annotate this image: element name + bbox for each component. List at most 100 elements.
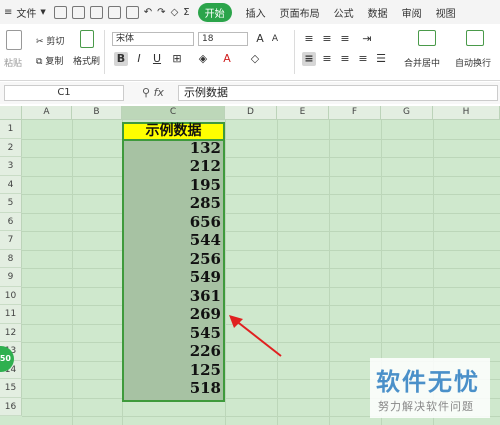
print-icon[interactable] [107,5,121,19]
data-cell[interactable]: 269 [122,305,225,324]
fill-color-icon[interactable]: ◈ [196,52,210,66]
align-center-icon[interactable]: ≡ [320,52,334,66]
redo-icon[interactable]: ↷ [157,7,165,18]
column-header-f[interactable]: F [329,106,381,120]
data-cell[interactable]: 195 [122,176,225,195]
border-icon[interactable]: ⊞ [170,52,184,66]
preview-icon[interactable] [125,5,139,19]
cut-button[interactable]: ✂ 剪切 [36,34,64,47]
row-header[interactable]: 8 [0,249,22,268]
data-cell[interactable]: 285 [122,194,225,213]
row-gridline [22,286,500,288]
row-header[interactable]: 12 [0,323,22,342]
column-header-d[interactable]: D [225,106,277,120]
column-header-g[interactable]: G [381,106,433,120]
row-gridline [22,194,500,195]
data-cell[interactable]: 656 [122,213,225,232]
decrease-font-icon[interactable]: A [268,32,282,46]
column-header-b[interactable]: B [72,106,122,120]
data-cell[interactable]: 256 [122,250,225,269]
data-cell[interactable]: 544 [122,231,225,250]
distribute-icon[interactable]: ☰ [374,52,388,66]
align-middle-icon[interactable]: ≡ [320,32,334,46]
row-header[interactable]: 4 [0,175,22,194]
tab-formulas[interactable]: 公式 [334,5,354,20]
row-header[interactable]: 15 [0,379,22,398]
data-cell[interactable]: 212 [122,157,225,176]
open-icon[interactable] [53,5,67,19]
row-header[interactable]: 3 [0,157,22,176]
tab-review[interactable]: 审阅 [402,5,422,20]
row-header[interactable]: 2 [0,138,22,157]
row-header[interactable]: 9 [0,268,22,287]
font-size-select[interactable]: 18 [198,32,248,46]
data-cell[interactable]: 226 [122,342,225,361]
column-header-a[interactable]: A [22,106,72,120]
undo-icon[interactable]: ↶ [144,7,152,18]
chevron-down-icon: ▼ [40,8,46,16]
arrow-head [229,315,243,328]
align-left-icon[interactable]: ≡ [302,52,316,66]
row-gridline [22,249,500,251]
tab-view[interactable]: 视图 [436,5,456,20]
row-header[interactable]: 16 [0,397,22,416]
row-header[interactable]: 10 [0,286,22,305]
paste-label[interactable]: 粘贴 [4,56,22,69]
fx-icon[interactable]: fx [154,86,164,99]
data-cell[interactable]: 132 [122,139,225,158]
row-header[interactable]: 11 [0,305,22,324]
column-header-e[interactable]: E [277,106,329,120]
export-icon[interactable] [89,5,103,19]
align-right-icon[interactable]: ≡ [338,52,352,66]
save-icon[interactable] [71,5,85,19]
align-top-icon[interactable]: ≡ [302,32,316,46]
paste-icon[interactable] [6,30,22,50]
file-menu[interactable]: ≡ 文件 ▼ [4,5,46,20]
tab-data[interactable]: 数据 [368,5,388,20]
font-color-icon[interactable]: A [220,52,234,66]
justify-icon[interactable]: ≡ [356,52,370,66]
clear-icon[interactable]: ◇ [171,7,179,18]
name-box[interactable]: C1 [4,85,124,101]
data-cell[interactable]: 518 [122,379,225,398]
wrap-text-icon[interactable] [466,30,484,46]
formula-input[interactable]: 示例数据 [178,85,498,101]
clear-format-icon[interactable]: ◇ [248,52,262,66]
column-header-h[interactable]: H [433,106,500,120]
data-cell[interactable]: 361 [122,287,225,306]
row-gridline [22,157,500,158]
row-gridline [22,138,500,140]
zoom-icon[interactable]: ⚲ [142,86,150,99]
row-header[interactable]: 7 [0,231,22,250]
row-gridline [22,175,500,177]
data-cell[interactable]: 549 [122,268,225,287]
format-painter-icon[interactable] [80,30,94,48]
row-header[interactable]: 5 [0,194,22,213]
bold-button[interactable]: B [114,52,128,66]
red-arrow [229,315,282,357]
align-bottom-icon[interactable]: ≡ [338,32,352,46]
tab-insert[interactable]: 插入 [246,5,266,20]
select-all-corner[interactable] [0,106,22,120]
tab-page-layout[interactable]: 页面布局 [280,5,320,20]
row-gridline [22,268,500,269]
row-header[interactable]: 1 [0,120,22,139]
increase-font-icon[interactable]: A [253,32,267,46]
merge-center-icon[interactable] [418,30,436,46]
underline-button[interactable]: U [150,52,164,66]
sum-icon[interactable]: Σ [183,7,189,18]
merge-center-label[interactable]: 合并居中 [404,56,440,69]
data-cell[interactable]: 125 [122,361,225,380]
ribbon-divider [104,30,105,74]
format-painter-label[interactable]: 格式刷 [73,54,100,67]
column-header-c[interactable]: C [122,106,225,120]
watermark-title: 软件无忧 [376,368,480,396]
italic-button[interactable]: I [132,52,146,66]
data-cell[interactable]: 545 [122,324,225,343]
row-header[interactable]: 6 [0,212,22,231]
font-name-select[interactable]: 宋体 [112,32,194,46]
tab-home[interactable]: 开始 [197,2,232,22]
wrap-text-label[interactable]: 自动换行 [455,56,491,69]
copy-button[interactable]: ⧉ 复制 [36,54,63,67]
indent-icon[interactable]: ⇥ [360,32,374,46]
